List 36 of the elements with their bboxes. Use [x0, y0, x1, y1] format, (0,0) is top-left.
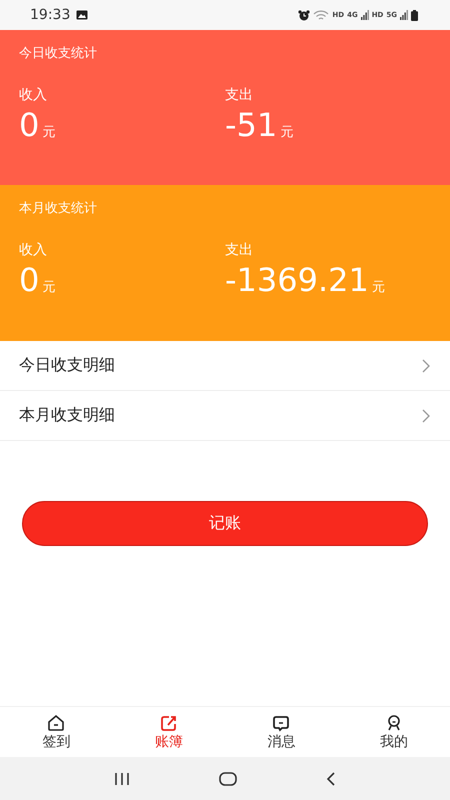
- recent-apps-icon[interactable]: [114, 772, 130, 786]
- image-icon: [76, 10, 88, 20]
- chevron-icon: [422, 408, 430, 422]
- nav-tab[interactable]: 我的: [338, 707, 450, 757]
- stat-amount: 0: [19, 106, 40, 144]
- currency-unit: 元: [280, 124, 294, 141]
- currency-unit: 元: [372, 279, 385, 296]
- stat-amount: -1369.21: [225, 261, 369, 299]
- currency-unit: 元: [42, 124, 56, 141]
- chevron-icon: [422, 358, 430, 372]
- back-icon[interactable]: [326, 772, 336, 786]
- panel-title: 今日收支统计: [19, 45, 98, 63]
- detail-link[interactable]: 今日收支明细: [0, 341, 450, 391]
- stat-label: 收入: [19, 241, 48, 259]
- stat-label: 支出: [225, 86, 254, 104]
- panel-title: 本月收支统计: [19, 200, 98, 218]
- stat-label: 收入: [19, 86, 48, 104]
- share-box-icon: [160, 714, 178, 732]
- nav-tab[interactable]: 签到: [0, 707, 112, 757]
- battery-icon: [411, 10, 418, 20]
- signal-icon: [360, 10, 369, 20]
- alarm-icon: [298, 10, 310, 20]
- home-icon: [47, 714, 66, 732]
- clock-time: 19:33: [30, 7, 70, 23]
- nav-tab[interactable]: 账簿: [112, 707, 225, 757]
- stat-amount: -51: [225, 106, 278, 144]
- stat-amount: 0: [19, 261, 40, 299]
- stat-label: 支出: [225, 241, 254, 259]
- detail-link[interactable]: 本月收支明细: [0, 391, 450, 441]
- currency-unit: 元: [42, 279, 56, 296]
- record-button[interactable]: 记账: [22, 501, 428, 546]
- signal-icon: [400, 10, 408, 20]
- wifi-icon: [313, 10, 330, 20]
- home-button-icon[interactable]: [218, 772, 237, 786]
- nav-tab[interactable]: 消息: [225, 707, 338, 757]
- chat-icon: [272, 714, 290, 732]
